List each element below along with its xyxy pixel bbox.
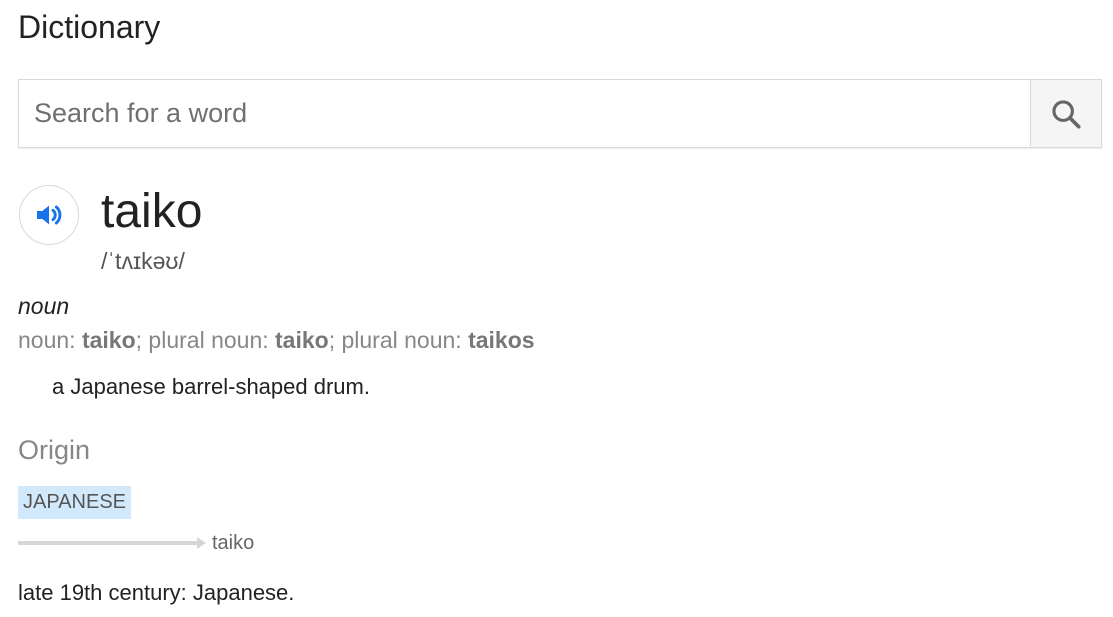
origin-heading: Origin xyxy=(18,435,91,465)
part-of-speech: noun xyxy=(18,293,70,319)
search-icon xyxy=(1052,99,1081,129)
forms-separator: ; plural noun: xyxy=(135,327,276,353)
word-form: taiko xyxy=(275,327,329,353)
etymology-derived-word: taiko xyxy=(212,532,255,554)
origin-text: late 19th century: Japanese. xyxy=(18,580,295,605)
forms-separator: ; plural noun: xyxy=(328,327,469,353)
search-input[interactable] xyxy=(19,80,1030,147)
word-form: taikos xyxy=(468,327,535,353)
page-title: Dictionary xyxy=(18,9,161,45)
phonetic-transcription: /ˈtʌɪkəʊ/ xyxy=(101,248,185,274)
search-bar xyxy=(18,79,1102,148)
forms-label: noun: xyxy=(18,327,82,353)
etymology-arrow xyxy=(18,537,206,549)
speaker-icon xyxy=(37,205,62,225)
origin-language-tag: JAPANESE xyxy=(18,486,131,519)
pronunciation-audio-button[interactable] xyxy=(19,185,79,245)
headword: taiko xyxy=(101,185,203,238)
word-form: taiko xyxy=(81,327,136,353)
word-forms: noun: taiko; plural noun: taiko; plural … xyxy=(18,327,535,354)
search-button[interactable] xyxy=(1030,80,1101,147)
definition: a Japanese barrel-shaped drum. xyxy=(52,374,370,399)
